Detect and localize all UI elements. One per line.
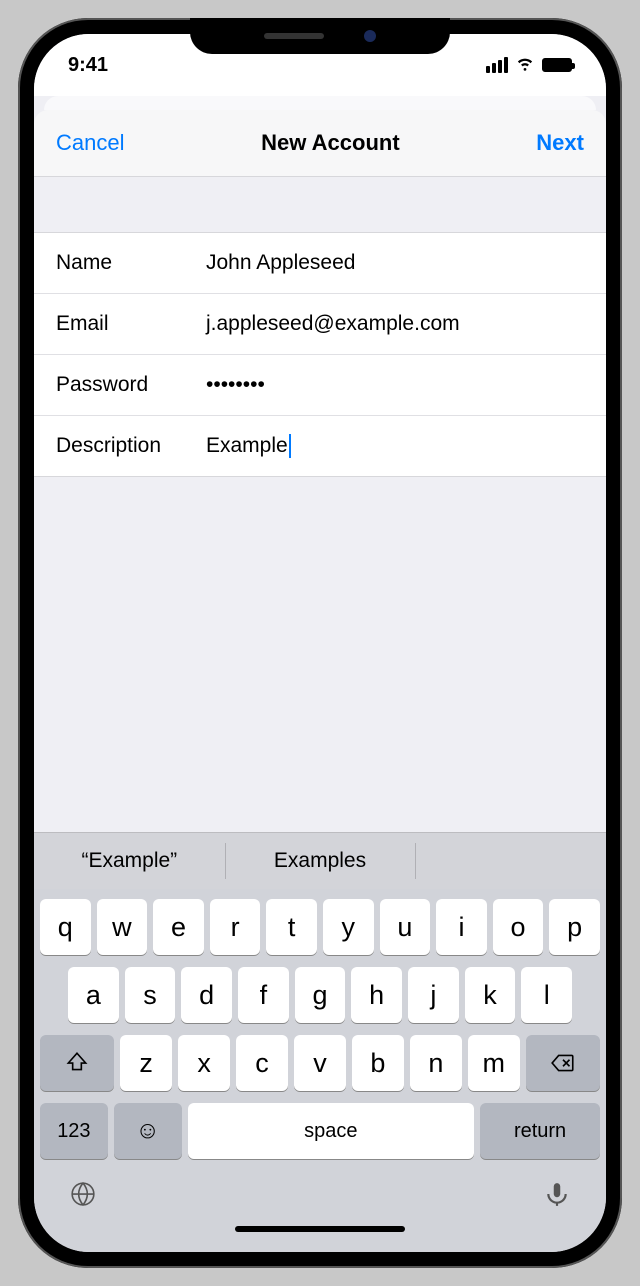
status-time: 9:41 [68, 54, 108, 77]
key-t[interactable]: t [266, 899, 317, 955]
key-s[interactable]: s [125, 967, 176, 1023]
email-label: Email [56, 312, 206, 336]
suggestion-2[interactable] [415, 833, 606, 889]
key-y[interactable]: y [323, 899, 374, 955]
key-i[interactable]: i [436, 899, 487, 955]
password-row[interactable]: Password •••••••• [34, 355, 606, 416]
account-form: Name John Appleseed Email j.appleseed@ex… [34, 233, 606, 477]
modal-header: Cancel New Account Next [34, 110, 606, 177]
cancel-button[interactable]: Cancel [56, 130, 124, 156]
password-label: Password [56, 373, 206, 397]
cellular-signal-icon [486, 57, 508, 73]
key-w[interactable]: w [97, 899, 148, 955]
backspace-key[interactable] [526, 1035, 600, 1091]
key-k[interactable]: k [465, 967, 516, 1023]
description-row[interactable]: Description Example [34, 416, 606, 477]
email-field[interactable]: j.appleseed@example.com [206, 312, 584, 336]
mic-icon[interactable] [544, 1181, 570, 1212]
keyboard-suggestions: “Example” Examples [34, 832, 606, 889]
key-r[interactable]: r [210, 899, 261, 955]
battery-icon [542, 58, 572, 72]
key-e[interactable]: e [153, 899, 204, 955]
globe-icon[interactable] [70, 1181, 96, 1212]
name-label: Name [56, 251, 206, 275]
emoji-key[interactable]: ☺ [114, 1103, 182, 1159]
text-cursor [289, 434, 291, 458]
key-n[interactable]: n [410, 1035, 462, 1091]
wifi-icon [514, 51, 536, 79]
suggestion-0[interactable]: “Example” [34, 833, 225, 889]
key-a[interactable]: a [68, 967, 119, 1023]
home-indicator[interactable] [235, 1226, 405, 1232]
key-u[interactable]: u [380, 899, 431, 955]
key-o[interactable]: o [493, 899, 544, 955]
key-d[interactable]: d [181, 967, 232, 1023]
key-g[interactable]: g [295, 967, 346, 1023]
next-button[interactable]: Next [536, 130, 584, 156]
key-j[interactable]: j [408, 967, 459, 1023]
key-h[interactable]: h [351, 967, 402, 1023]
name-row[interactable]: Name John Appleseed [34, 233, 606, 294]
key-c[interactable]: c [236, 1035, 288, 1091]
key-p[interactable]: p [549, 899, 600, 955]
key-q[interactable]: q [40, 899, 91, 955]
shift-key[interactable] [40, 1035, 114, 1091]
key-x[interactable]: x [178, 1035, 230, 1091]
description-label: Description [56, 434, 206, 458]
suggestion-1[interactable]: Examples [225, 833, 416, 889]
key-l[interactable]: l [521, 967, 572, 1023]
key-v[interactable]: v [294, 1035, 346, 1091]
key-f[interactable]: f [238, 967, 289, 1023]
key-z[interactable]: z [120, 1035, 172, 1091]
page-title: New Account [261, 130, 400, 156]
keyboard: qwertyuiop asdfghjkl zxcvbnm 123 ☺ space… [34, 889, 606, 1252]
description-field[interactable]: Example [206, 434, 584, 458]
key-m[interactable]: m [468, 1035, 520, 1091]
email-row[interactable]: Email j.appleseed@example.com [34, 294, 606, 355]
number-key[interactable]: 123 [40, 1103, 108, 1159]
name-field[interactable]: John Appleseed [206, 251, 584, 275]
password-field[interactable]: •••••••• [206, 373, 584, 397]
return-key[interactable]: return [480, 1103, 600, 1159]
space-key[interactable]: space [188, 1103, 475, 1159]
key-b[interactable]: b [352, 1035, 404, 1091]
